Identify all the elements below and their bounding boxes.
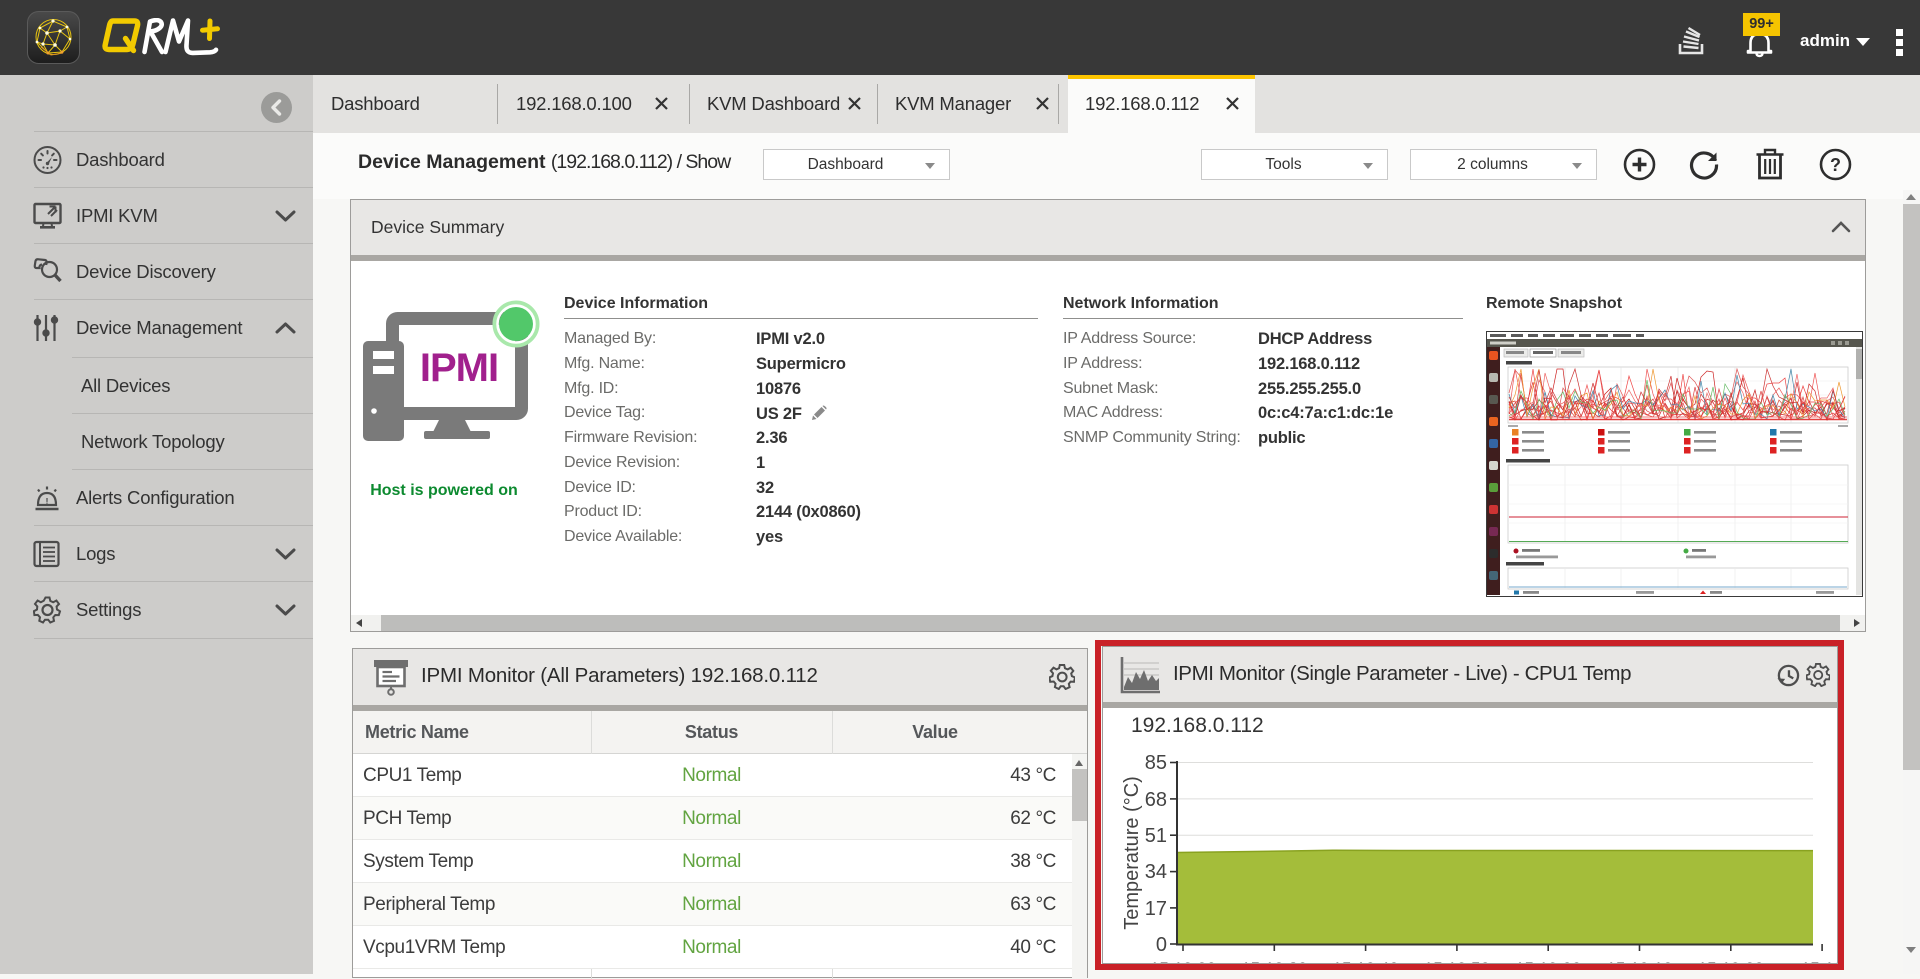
svg-text:15:18:30: 15:18:30 — [1241, 959, 1307, 964]
svg-text:51: 51 — [1145, 825, 1167, 847]
svg-text:15:19: 15:19 — [1801, 959, 1838, 964]
svg-text:0: 0 — [1156, 934, 1167, 956]
svg-text:68: 68 — [1145, 789, 1167, 811]
svg-text:34: 34 — [1145, 861, 1167, 883]
svg-text:15:18:50: 15:18:50 — [1424, 959, 1490, 964]
svg-text:15:18:20: 15:18:20 — [1150, 959, 1216, 964]
svg-text:Temperature (°C): Temperature (°C) — [1121, 776, 1143, 930]
svg-text:15:19:00: 15:19:00 — [1515, 959, 1581, 964]
svg-text:85: 85 — [1145, 752, 1167, 774]
svg-text:15:18:40: 15:18:40 — [1333, 959, 1399, 964]
svg-text:15:19:10: 15:19:10 — [1606, 959, 1672, 964]
svg-text:IPMI: IPMI — [420, 346, 498, 390]
svg-text:15:19:20: 15:19:20 — [1698, 959, 1764, 964]
svg-text:?: ? — [1830, 155, 1841, 175]
svg-text:17: 17 — [1145, 898, 1167, 920]
svg-text:!: ! — [46, 497, 49, 507]
